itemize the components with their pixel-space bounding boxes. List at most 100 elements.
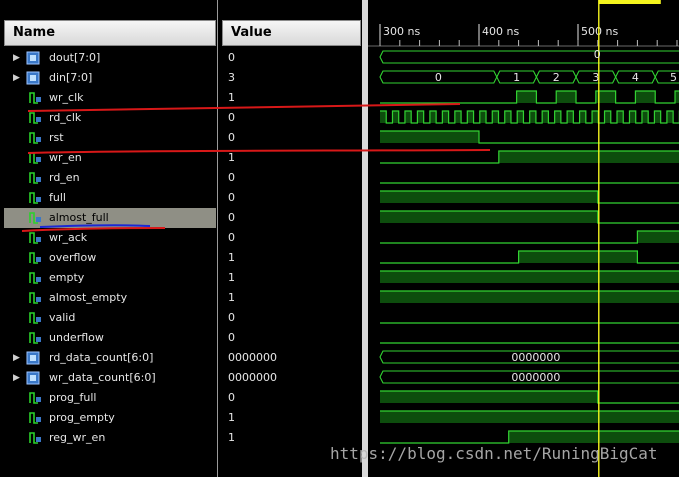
signal-name: prog_full bbox=[49, 391, 97, 404]
signal-row[interactable]: reg_wr_en bbox=[4, 428, 216, 448]
signal-value-text: 1 bbox=[228, 91, 235, 104]
expand-triangle-icon[interactable]: ▶ bbox=[13, 48, 21, 68]
wave-high-fill bbox=[380, 411, 679, 423]
signal-name: rst bbox=[49, 131, 64, 144]
signal-value: 0 bbox=[222, 308, 361, 328]
bit-signal-icon bbox=[28, 271, 42, 285]
signal-row[interactable]: underflow bbox=[4, 328, 216, 348]
waveform-pane[interactable]: 300 ns 400 ns 500 ns 0 1 2 3 4 5 0000000 0000000 0 bbox=[368, 0, 679, 477]
signal-value-text: 3 bbox=[228, 71, 235, 84]
signal-value-text: 0 bbox=[228, 211, 235, 224]
wave-high-fill bbox=[454, 111, 462, 123]
bit-signal-icon bbox=[28, 431, 42, 445]
signal-value: 0 bbox=[222, 388, 361, 408]
signal-row[interactable]: empty bbox=[4, 268, 216, 288]
signal-row[interactable]: ▶ din[7:0] bbox=[4, 68, 216, 88]
ruler-tick-label: 300 ns bbox=[383, 25, 420, 38]
signal-row[interactable]: rd_clk bbox=[4, 108, 216, 128]
signal-name: almost_empty bbox=[49, 291, 128, 304]
signal-row[interactable]: prog_full bbox=[4, 388, 216, 408]
expand-triangle-icon[interactable]: ▶ bbox=[13, 368, 21, 388]
signal-name: rd_clk bbox=[49, 111, 82, 124]
signal-value: 1 bbox=[222, 408, 361, 428]
signal-row[interactable]: wr_ack bbox=[4, 228, 216, 248]
signal-value-text: 1 bbox=[228, 251, 235, 264]
wave-high-fill bbox=[380, 111, 387, 123]
waveform-canvas[interactable]: 300 ns 400 ns 500 ns0 1 2 3 4 5000000000000000 bbox=[368, 0, 679, 477]
signal-value: 1 bbox=[222, 268, 361, 288]
cursor-value-label: 0 bbox=[594, 48, 601, 61]
wave-high-fill bbox=[518, 251, 638, 263]
signal-row[interactable]: almost_full bbox=[4, 208, 216, 228]
signal-row[interactable]: valid bbox=[4, 308, 216, 328]
signal-value-text: 0 bbox=[228, 311, 235, 324]
signal-row[interactable]: wr_clk bbox=[4, 88, 216, 108]
signal-row[interactable]: almost_empty bbox=[4, 288, 216, 308]
bus-value-label: 0000000 bbox=[511, 351, 560, 364]
signal-name: wr_clk bbox=[49, 91, 84, 104]
signal-value: 0000000 bbox=[222, 348, 361, 368]
ruler-tick-label: 400 ns bbox=[482, 25, 519, 38]
wave-high-fill bbox=[392, 111, 399, 123]
signal-value-text: 0 bbox=[228, 231, 235, 244]
wave-high-fill bbox=[492, 111, 499, 123]
bus-signal-icon bbox=[26, 71, 40, 85]
wave-high-fill bbox=[479, 111, 487, 123]
signal-value: 0000000 bbox=[222, 368, 361, 388]
wave-high-fill bbox=[498, 151, 679, 163]
bit-signal-icon bbox=[28, 411, 42, 425]
signal-row[interactable]: ▶ wr_data_count[6:0] bbox=[4, 368, 216, 388]
signal-name: underflow bbox=[49, 331, 104, 344]
wave-high-fill bbox=[380, 271, 679, 283]
signal-row[interactable]: prog_empty bbox=[4, 408, 216, 428]
bus-segment bbox=[379, 50, 679, 64]
signal-value: 1 bbox=[222, 88, 361, 108]
timeline-ruler bbox=[368, 0, 679, 46]
bit-signal-icon bbox=[28, 331, 42, 345]
wave-high-fill bbox=[579, 111, 586, 123]
expand-triangle-icon[interactable]: ▶ bbox=[13, 348, 21, 368]
wave-high-fill bbox=[380, 131, 479, 143]
wave-trace bbox=[380, 230, 679, 244]
signal-name: prog_empty bbox=[49, 411, 115, 424]
wave-high-fill bbox=[380, 391, 598, 403]
signal-value-text: 0000000 bbox=[228, 351, 277, 364]
bit-signal-icon bbox=[28, 131, 42, 145]
wave-high-fill bbox=[529, 111, 536, 123]
signal-row[interactable]: overflow bbox=[4, 248, 216, 268]
signal-row[interactable]: rd_en bbox=[4, 168, 216, 188]
signal-name: wr_data_count[6:0] bbox=[49, 371, 156, 384]
bus-value-label: 4 bbox=[632, 71, 639, 84]
bit-signal-icon bbox=[28, 391, 42, 405]
bit-signal-icon bbox=[28, 211, 42, 225]
bit-signal-icon bbox=[28, 91, 42, 105]
bus-signal-icon bbox=[26, 51, 40, 65]
signal-value-text: 1 bbox=[228, 431, 235, 444]
value-column-header[interactable]: Value bbox=[222, 20, 361, 46]
signal-value-text: 0 bbox=[228, 51, 235, 64]
names-pane: Name ▶ dout[7:0] ▶ din[7:0] wr_clk rd_clkrst w… bbox=[0, 0, 218, 477]
signal-value: 0 bbox=[222, 128, 361, 148]
wave-high-fill bbox=[380, 291, 679, 303]
wave-high-fill bbox=[567, 111, 574, 123]
signal-value-text: 1 bbox=[228, 271, 235, 284]
signal-row[interactable]: wr_en bbox=[4, 148, 216, 168]
wave-high-fill bbox=[637, 231, 679, 243]
bit-signal-icon bbox=[28, 291, 42, 305]
name-column-header[interactable]: Name bbox=[4, 20, 216, 46]
signal-value-text: 0000000 bbox=[228, 371, 277, 384]
wave-high-fill bbox=[442, 111, 449, 123]
signal-value-text: 0 bbox=[228, 111, 235, 124]
signal-row[interactable]: rst bbox=[4, 128, 216, 148]
signal-value: 1 bbox=[222, 288, 361, 308]
signal-row[interactable]: ▶ dout[7:0] bbox=[4, 48, 216, 68]
bus-value-label: 5 bbox=[670, 71, 677, 84]
bus-value-label: 0000000 bbox=[511, 371, 560, 384]
signal-value: 0 bbox=[222, 168, 361, 188]
signal-row[interactable]: ▶ rd_data_count[6:0] bbox=[4, 348, 216, 368]
watermark: https://blog.csdn.net/RuningBigCat bbox=[330, 444, 658, 463]
signal-name: wr_ack bbox=[49, 231, 88, 244]
signal-name: rd_en bbox=[49, 171, 80, 184]
expand-triangle-icon[interactable]: ▶ bbox=[13, 68, 21, 88]
signal-row[interactable]: full bbox=[4, 188, 216, 208]
